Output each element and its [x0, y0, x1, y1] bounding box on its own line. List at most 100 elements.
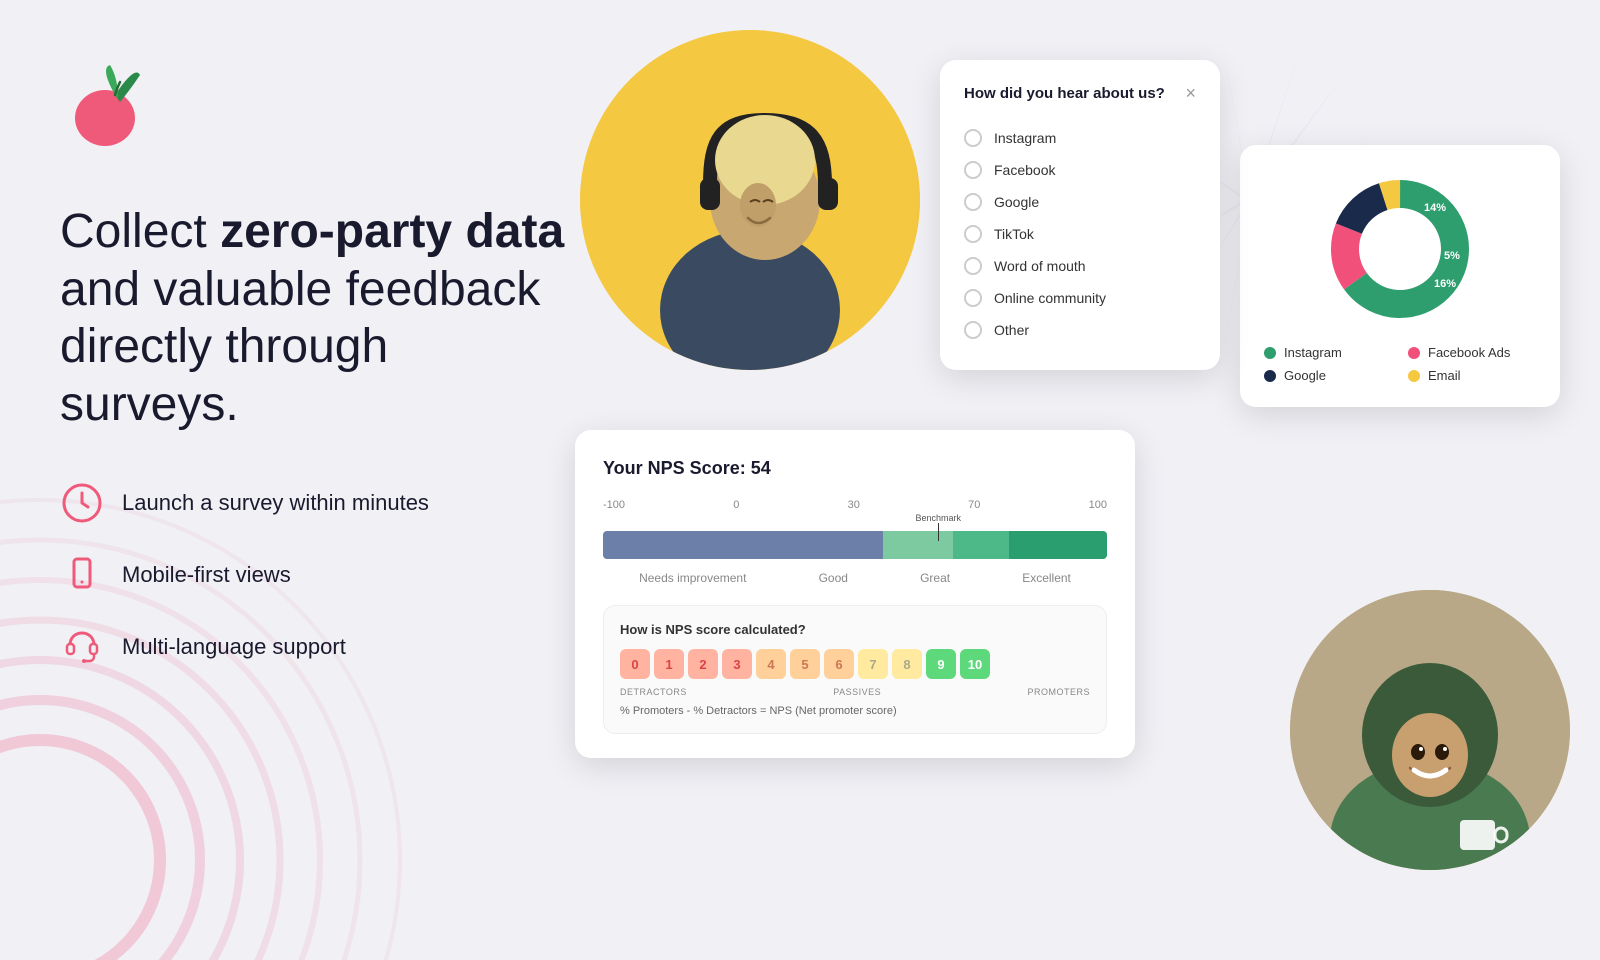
segment-excellent: Excellent — [1022, 571, 1071, 585]
headset-icon — [60, 625, 104, 669]
features-list: Launch a survey within minutes Mobile-fi… — [60, 481, 580, 669]
legend-google: Google — [1264, 368, 1392, 383]
svg-text:14%: 14% — [1424, 202, 1446, 214]
option-label-facebook: Facebook — [994, 162, 1055, 178]
legend-label-facebookads: Facebook Ads — [1428, 345, 1510, 360]
nps-num-6: 6 — [824, 649, 854, 679]
radio-facebook[interactable] — [964, 161, 982, 179]
logo — [60, 60, 160, 150]
feature-item-3: Multi-language support — [60, 625, 580, 669]
option-label-onlinecommunity: Online community — [994, 290, 1106, 306]
headline-bold: zero-party data — [220, 205, 564, 258]
legend-dot-facebookads — [1408, 347, 1420, 359]
radio-wordofmouth[interactable] — [964, 257, 982, 275]
survey-options: Instagram Facebook Google TikTok Word of… — [964, 122, 1196, 346]
legend-instagram: Instagram — [1264, 345, 1392, 360]
nps-explainer: How is NPS score calculated? 0 1 2 3 4 5… — [603, 605, 1107, 734]
nps-num-2: 2 — [688, 649, 718, 679]
survey-option-google[interactable]: Google — [964, 186, 1196, 218]
category-detractors: DETRACTORS — [620, 687, 687, 697]
survey-option-wordofmouth[interactable]: Word of mouth — [964, 250, 1196, 282]
nps-bar-blue — [603, 531, 883, 559]
feature-text-3: Multi-language support — [122, 634, 346, 660]
svg-text:5%: 5% — [1444, 250, 1460, 262]
nps-num-1: 1 — [654, 649, 684, 679]
radio-instagram[interactable] — [964, 129, 982, 147]
benchmark-label: Benchmark — [915, 513, 961, 523]
survey-card-header: How did you hear about us? × — [964, 84, 1196, 102]
feature-text-1: Launch a survey within minutes — [122, 490, 429, 516]
radio-google[interactable] — [964, 193, 982, 211]
person-circle-top — [580, 30, 920, 370]
logo-container — [60, 60, 580, 155]
survey-option-other[interactable]: Other — [964, 314, 1196, 346]
segment-needs-improvement: Needs improvement — [639, 571, 746, 585]
survey-option-onlinecommunity[interactable]: Online community — [964, 282, 1196, 314]
feature-item-1: Launch a survey within minutes — [60, 481, 580, 525]
donut-chart: 14% 5% 16% — [1320, 169, 1480, 329]
option-label-instagram: Instagram — [994, 130, 1056, 146]
segment-good: Good — [819, 571, 848, 585]
close-button[interactable]: × — [1185, 84, 1196, 102]
legend-dot-instagram — [1264, 347, 1276, 359]
nps-categories: DETRACTORS PASSIVES PROMOTERS — [620, 687, 1090, 697]
feature-item-2: Mobile-first views — [60, 553, 580, 597]
nps-title: Your NPS Score: 54 — [603, 458, 1107, 479]
headline: Collect zero-party data and valuable fee… — [60, 203, 580, 433]
nps-num-8: 8 — [892, 649, 922, 679]
nps-card: Your NPS Score: 54 -100 0 30 70 100 Benc… — [575, 430, 1135, 758]
nps-num-10: 10 — [960, 649, 990, 679]
nps-segment-labels: Needs improvement Good Great Excellent — [603, 571, 1107, 585]
nps-num-5: 5 — [790, 649, 820, 679]
donut-svg: 14% 5% 16% — [1320, 169, 1480, 329]
person-circle-bottom — [1290, 590, 1570, 870]
nps-scale-100: 100 — [1089, 499, 1107, 511]
option-label-other: Other — [994, 322, 1029, 338]
option-label-google: Google — [994, 194, 1039, 210]
legend-dot-email — [1408, 370, 1420, 382]
nps-num-4: 4 — [756, 649, 786, 679]
radio-onlinecommunity[interactable] — [964, 289, 982, 307]
survey-option-facebook[interactable]: Facebook — [964, 154, 1196, 186]
legend-email: Email — [1408, 368, 1536, 383]
segment-great: Great — [920, 571, 950, 585]
nps-bar-section: -100 0 30 70 100 Benchmark — [603, 499, 1107, 585]
nps-bar-green-dark — [1009, 531, 1107, 559]
nps-num-0: 0 — [620, 649, 650, 679]
nps-num-3: 3 — [722, 649, 752, 679]
svg-text:16%: 16% — [1434, 278, 1456, 290]
clock-icon — [60, 481, 104, 525]
nps-explainer-title: How is NPS score calculated? — [620, 622, 1090, 637]
category-passives: PASSIVES — [833, 687, 881, 697]
legend-dot-google — [1264, 370, 1276, 382]
nps-scale-min: -100 — [603, 499, 625, 511]
nps-num-7: 7 — [858, 649, 888, 679]
radio-tiktok[interactable] — [964, 225, 982, 243]
nps-numbers: 0 1 2 3 4 5 6 7 8 9 10 — [620, 649, 1090, 679]
donut-chart-card: 14% 5% 16% Instagram Facebook Ads Google… — [1240, 145, 1560, 407]
nps-scale-70: 70 — [968, 499, 980, 511]
nps-scale-zero: 0 — [733, 499, 739, 511]
option-label-wordofmouth: Word of mouth — [994, 258, 1086, 274]
radio-other[interactable] — [964, 321, 982, 339]
legend-label-email: Email — [1428, 368, 1461, 383]
feature-text-2: Mobile-first views — [122, 562, 291, 588]
category-promoters: PROMOTERS — [1027, 687, 1090, 697]
survey-option-tiktok[interactable]: TikTok — [964, 218, 1196, 250]
survey-option-instagram[interactable]: Instagram — [964, 122, 1196, 154]
nps-bar — [603, 531, 1107, 559]
mobile-icon — [60, 553, 104, 597]
legend-label-google: Google — [1284, 368, 1326, 383]
left-panel: Collect zero-party data and valuable fee… — [60, 60, 580, 669]
person-bottom-image — [1290, 590, 1570, 870]
option-label-tiktok: TikTok — [994, 226, 1034, 242]
survey-card: How did you hear about us? × Instagram F… — [940, 60, 1220, 370]
person-top-image — [580, 30, 920, 370]
legend-facebookads: Facebook Ads — [1408, 345, 1536, 360]
legend-label-instagram: Instagram — [1284, 345, 1342, 360]
headline-regular: Collect — [60, 205, 220, 258]
nps-formula: % Promoters - % Detractors = NPS (Net pr… — [620, 705, 1090, 717]
nps-scale-30: 30 — [848, 499, 860, 511]
chart-legend: Instagram Facebook Ads Google Email — [1264, 345, 1536, 383]
nps-bar-green-medium — [953, 531, 1009, 559]
